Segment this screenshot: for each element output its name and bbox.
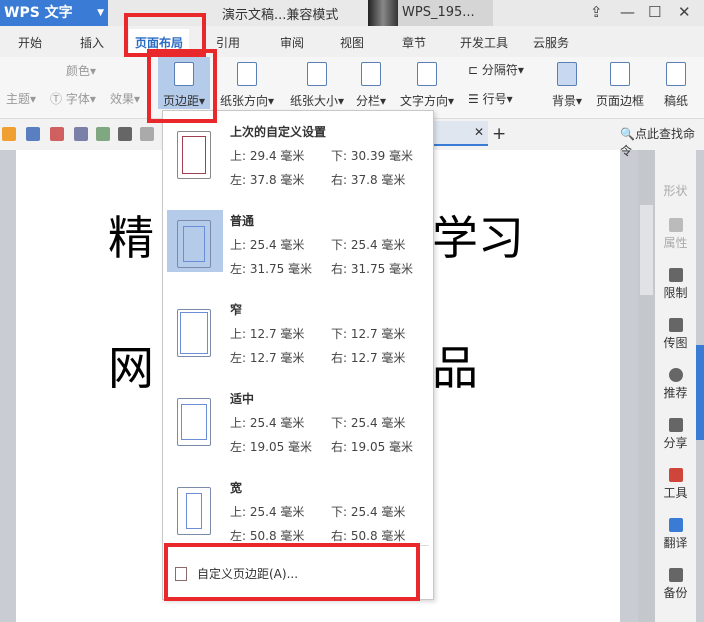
document-text: 网 xyxy=(108,341,154,395)
margin-option-last-custom[interactable]: 上次的自定义设置 上: 29.4 毫米 下: 30.39 毫米 左: 37.8 毫… xyxy=(163,111,433,200)
close-tab-icon[interactable]: ✕ xyxy=(474,125,484,139)
upload-icon[interactable]: ⇪ xyxy=(590,3,603,21)
app-logo: WPS 文字 xyxy=(4,5,73,21)
tab-insert[interactable]: 插入 xyxy=(80,34,104,51)
orientation-icon xyxy=(237,62,258,86)
new-tab-button[interactable]: + xyxy=(492,124,506,144)
translate-icon xyxy=(668,518,683,532)
avatar xyxy=(368,0,398,26)
sidebar-translate[interactable]: 翻译 xyxy=(655,518,696,551)
breaks-button[interactable]: ⊏ 分隔符▾ xyxy=(468,61,524,78)
columns-button[interactable]: 分栏▾ xyxy=(356,62,386,109)
sidebar-share[interactable]: 分享 xyxy=(655,418,696,451)
sidebar-restrict[interactable]: 限制 xyxy=(655,268,696,301)
print-preview-icon[interactable] xyxy=(96,127,110,141)
margin-option-normal[interactable]: 普通 上: 25.4 毫米 下: 25.4 毫米 左: 31.75 毫米 右: 31… xyxy=(163,200,433,289)
theme-button[interactable]: 主题▾ xyxy=(6,90,36,107)
maximize-button[interactable]: ☐ xyxy=(648,3,661,21)
wps-menu-button[interactable]: WPS 文字 ▼ xyxy=(0,0,108,26)
sidebar-recommend[interactable]: 推荐 xyxy=(655,368,696,401)
document-text: 品 xyxy=(432,341,478,395)
export-pdf-icon[interactable] xyxy=(50,127,64,141)
tab-view[interactable]: 视图 xyxy=(340,34,364,51)
document-title: 演示文稿...兼容模式 xyxy=(222,8,339,23)
tab-sections[interactable]: 章节 xyxy=(402,34,426,51)
margin-option-moderate[interactable]: 适中 上: 25.4 毫米 下: 25.4 毫米 左: 19.05 毫米 右: 19… xyxy=(163,378,433,467)
minimize-button[interactable]: — xyxy=(620,3,635,21)
font-button[interactable]: Ⓣ 字体▾ xyxy=(50,90,96,107)
margins-dropdown: 上次的自定义设置 上: 29.4 毫米 下: 30.39 毫米 左: 37.8 毫… xyxy=(162,110,434,600)
margin-option-narrow[interactable]: 窄 上: 12.7 毫米 下: 12.7 毫米 左: 12.7 毫米 右: 12.7… xyxy=(163,289,433,378)
ribbon-tabs: 开始 插入 页面布局 引用 审阅 视图 章节 开发工具 云服务 xyxy=(0,26,704,57)
toolbox-icon xyxy=(668,468,683,482)
paper-size-button[interactable]: 纸张大小▾ xyxy=(290,62,344,109)
print-icon[interactable] xyxy=(74,127,88,141)
page-border-icon xyxy=(610,62,630,86)
people-icon xyxy=(668,418,683,432)
background-icon xyxy=(557,62,578,86)
sidebar-shape[interactable]: 形状 xyxy=(655,182,696,199)
scrollbar-thumb[interactable] xyxy=(640,205,653,295)
sidebar-properties[interactable]: 属性 xyxy=(655,218,696,251)
lock-icon xyxy=(668,268,683,282)
save-icon[interactable] xyxy=(26,127,40,141)
highlight-box-margins xyxy=(147,49,217,123)
color-button[interactable]: 颜色▾ xyxy=(66,62,96,79)
tab-review[interactable]: 审阅 xyxy=(280,34,304,51)
properties-icon xyxy=(668,218,683,232)
redo-icon[interactable] xyxy=(140,127,154,141)
highlight-box-custom xyxy=(164,543,420,601)
tab-references[interactable]: 引用 xyxy=(216,34,240,51)
effect-button[interactable]: 效果▾ xyxy=(110,90,140,107)
orientation-button[interactable]: 纸张方向▾ xyxy=(220,62,274,109)
document-text: 学习 xyxy=(432,211,524,265)
document-text: 精 xyxy=(108,211,154,265)
undo-icon[interactable] xyxy=(118,127,132,141)
text-direction-icon xyxy=(417,62,438,86)
chevron-down-icon: ▼ xyxy=(97,8,104,18)
tab-developer[interactable]: 开发工具 xyxy=(460,34,508,51)
line-numbers-button[interactable]: ☰ 行号▾ xyxy=(468,90,513,107)
document-tab[interactable]: ✕ xyxy=(433,121,488,146)
background-button[interactable]: 背景▾ xyxy=(552,62,582,109)
open-icon[interactable] xyxy=(2,127,16,141)
page-margins-icon xyxy=(186,493,202,529)
tab-home[interactable]: 开始 xyxy=(18,34,42,51)
paper-size-icon xyxy=(307,62,328,86)
sidebar-upload-image[interactable]: 传图 xyxy=(655,318,696,351)
page-border-button[interactable]: 页面边框 xyxy=(596,62,644,109)
page-margins-icon xyxy=(181,404,207,440)
text-direction-button[interactable]: 文字方向▾ xyxy=(400,62,454,109)
award-icon xyxy=(668,368,683,382)
page-margins-icon xyxy=(183,226,205,262)
sidebar-backup[interactable]: 备份 xyxy=(655,568,696,601)
close-button[interactable]: ✕ xyxy=(678,3,691,21)
sidebar-tools[interactable]: 工具 xyxy=(655,468,696,501)
right-sidebar: 形状 属性 限制 传图 推荐 分享 工具 翻译 备份 xyxy=(655,150,696,622)
magic-wand-icon xyxy=(182,136,206,174)
image-icon xyxy=(668,318,683,332)
manuscript-icon xyxy=(666,62,686,86)
columns-icon xyxy=(361,62,382,86)
backup-icon xyxy=(668,568,683,582)
manuscript-button[interactable]: 稿纸 xyxy=(664,62,688,109)
sidebar-collapse-handle[interactable] xyxy=(696,345,704,440)
tab-cloud[interactable]: 云服务 xyxy=(533,34,569,51)
page-margins-icon xyxy=(180,312,208,354)
